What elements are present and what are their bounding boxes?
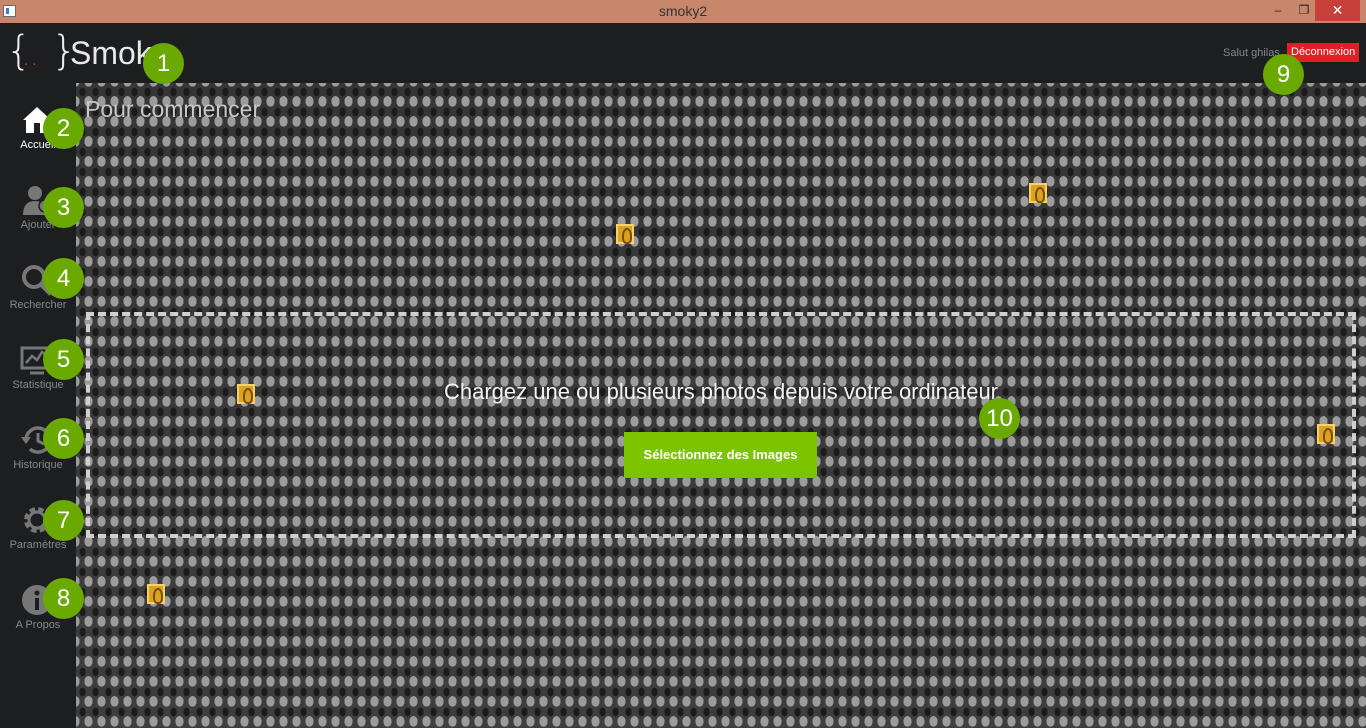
flame-icon xyxy=(147,584,165,604)
sidebar: Accueil Ajouter Rechercher Statistique H… xyxy=(0,83,76,728)
marker-badge: 6 xyxy=(43,418,84,459)
sidebar-item-label: Rechercher xyxy=(9,299,67,311)
app-header: {} .. Smoky Salut ghilas Déconnexion xyxy=(0,23,1366,83)
marker-badge: 7 xyxy=(43,500,84,541)
select-images-button[interactable]: Sélectionnez des Images xyxy=(624,432,817,478)
sidebar-item-label: A Propos xyxy=(15,619,61,631)
maximize-button[interactable]: ❐ xyxy=(1290,0,1318,21)
flame-icon xyxy=(616,224,634,244)
marker-badge: 9 xyxy=(1263,54,1304,95)
window-titlebar: smoky2 – ❐ ✕ xyxy=(0,0,1366,23)
marker-badge: 5 xyxy=(43,339,84,380)
page-title: Pour commencer xyxy=(85,96,261,122)
window-title: smoky2 xyxy=(658,3,708,19)
logo: {} .. xyxy=(6,28,77,74)
marker-badge: 4 xyxy=(43,258,84,299)
minimize-button[interactable]: – xyxy=(1264,0,1292,21)
flame-icon xyxy=(1029,183,1047,203)
image-dropzone[interactable]: Chargez une ou plusieurs photos depuis v… xyxy=(86,312,1356,538)
marker-badge: 10 xyxy=(979,398,1020,439)
marker-badge: 8 xyxy=(43,578,84,619)
sidebar-item-label: Historique xyxy=(13,459,63,471)
marker-badge: 2 xyxy=(43,108,84,149)
close-button[interactable]: ✕ xyxy=(1315,0,1360,21)
dropzone-text: Chargez une ou plusieurs photos depuis v… xyxy=(443,379,999,404)
main-content: Pour commencer Chargez une ou plusieurs … xyxy=(76,83,1366,728)
marker-badge: 1 xyxy=(143,43,184,84)
sidebar-item-label: Statistique xyxy=(12,379,64,391)
marker-badge: 3 xyxy=(43,187,84,228)
logo-dots: .. xyxy=(22,42,39,72)
